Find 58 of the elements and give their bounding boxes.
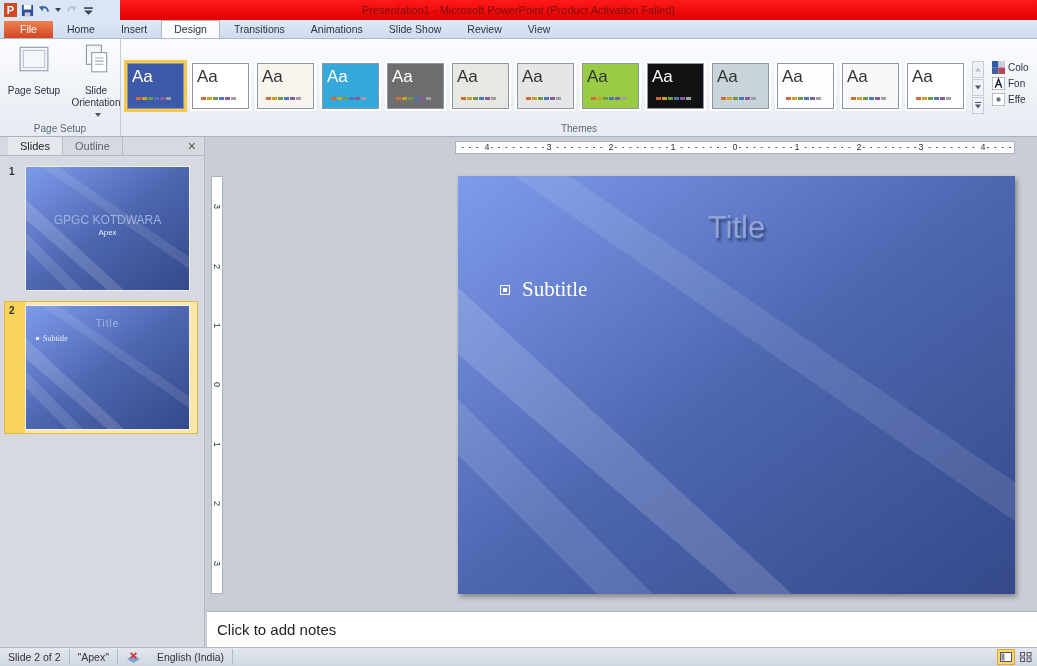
notes-field[interactable]: Click to add notes (207, 611, 1037, 647)
theme-thumbnail[interactable]: Aa (127, 63, 184, 109)
theme-thumbnail[interactable]: Aa (192, 63, 249, 109)
theme-thumbnail[interactable]: Aa (842, 63, 899, 109)
theme-thumbnail[interactable]: Aa (257, 63, 314, 109)
theme-thumbnail[interactable]: Aa (517, 63, 574, 109)
panel-tab[interactable]: Slides (8, 137, 63, 155)
theme-thumbnail[interactable]: Aa (387, 63, 444, 109)
close-button[interactable]: × (187, 138, 196, 154)
slide-count: Slide 2 of 2 (0, 649, 70, 665)
group-label: Themes (560, 123, 598, 136)
group-label: Page Setup (33, 123, 87, 136)
ribbon-tab[interactable]: View (515, 21, 563, 38)
theme-thumbnail[interactable]: Aa (777, 63, 834, 109)
slide-number: 1 (9, 166, 16, 179)
theme-thumbnail[interactable]: Aa (907, 63, 964, 109)
slide-subtitle: Apex (97, 228, 118, 237)
theme-thumbnail[interactable]: Aa (712, 63, 769, 109)
ribbon-tab[interactable]: Design (161, 20, 220, 38)
bullet-icon (500, 284, 510, 295)
horizontal-ruler: 4 3 2 1 0 1 2 3 4 (455, 141, 1015, 154)
bullet-icon (36, 337, 39, 340)
slide-title: Title (706, 210, 767, 246)
normal-view-button[interactable] (997, 649, 1015, 665)
ribbon-button[interactable]: Effe (992, 93, 1029, 106)
ribbon-tab[interactable]: Transitions (221, 21, 297, 38)
font-icon (992, 77, 1005, 90)
slide-number: 2 (9, 305, 16, 318)
panel-tab[interactable]: Outline (62, 137, 123, 155)
ribbon-button[interactable]: Page Setup (4, 43, 64, 123)
ribbon-tab[interactable]: Review (455, 21, 514, 38)
slide-subtitle: Subtitle (43, 334, 68, 343)
save-icon[interactable] (21, 3, 34, 17)
window-title: Presentation1 - Microsoft PowerPoint (Product Activation Failed) (362, 4, 675, 16)
vertical-ruler: 3 2 1 0 1 2 3 (211, 176, 223, 594)
theme-thumbnail[interactable]: Aa (582, 63, 639, 109)
app-logo-icon[interactable]: P (4, 3, 17, 17)
ribbon-button[interactable]: Fon (992, 77, 1029, 90)
language[interactable]: English (India) (148, 649, 234, 665)
spelling-check-icon[interactable] (125, 650, 141, 664)
ribbon-tab[interactable]: Slide Show (376, 21, 454, 38)
more-icon[interactable] (972, 97, 984, 114)
ribbon-tab[interactable]: Home (54, 21, 107, 38)
ribbon-button[interactable]: Colo (992, 61, 1029, 74)
ribbon-tab[interactable]: Insert (108, 21, 160, 38)
scroll-down-icon[interactable] (972, 79, 984, 96)
color-squares-icon (992, 61, 1005, 74)
slide-subtitle: Subtitle (522, 277, 588, 302)
slide-thumbnail-row[interactable]: 2 Title Subtitle (4, 301, 198, 434)
ribbon-tab[interactable]: Animations (298, 21, 375, 38)
theme-thumbnail[interactable]: Aa (452, 63, 509, 109)
slide-sorter-button[interactable] (1017, 649, 1035, 665)
effects-icon (992, 93, 1005, 106)
slide-title: GPGC KOTDWARA (52, 213, 163, 227)
theme-name: "Apex" (69, 649, 118, 665)
dropdown-caret-icon[interactable] (55, 8, 61, 12)
theme-thumbnail[interactable]: Aa (647, 63, 704, 109)
slide-title: Title (94, 318, 121, 329)
